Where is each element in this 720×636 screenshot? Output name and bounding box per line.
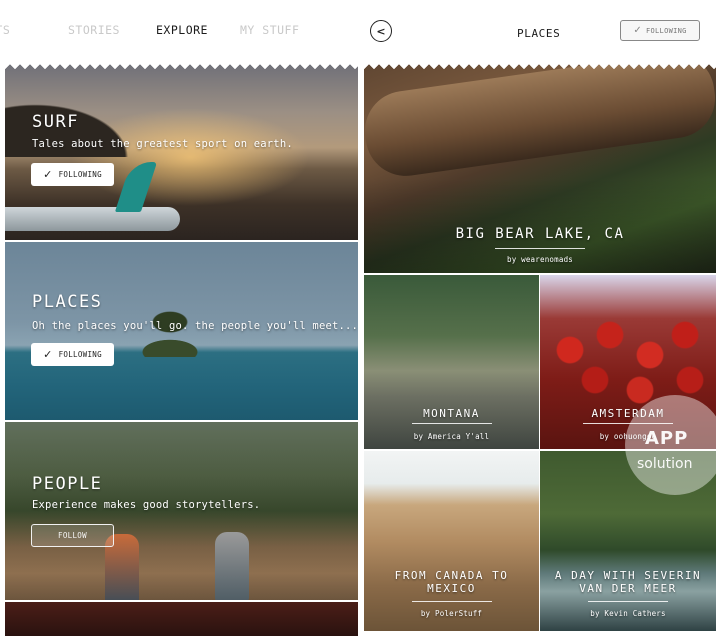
tile-title: A DAY WITH SEVERIN VAN DER MEER <box>540 569 716 595</box>
card-title: SURF <box>32 112 79 132</box>
story-tile-canada-to-mexico[interactable]: FROM CANADA TO MEXICO by PolerStuff <box>364 451 539 631</box>
places-screen: < PLACES ✓ FOLLOWING BIG BEAR LAKE, CA b… <box>362 0 720 636</box>
watermark-text: solution <box>637 456 693 472</box>
zigzag-divider <box>364 62 716 72</box>
following-button[interactable]: ✓ FOLLOWING <box>620 20 700 41</box>
page-title: PLACES <box>517 27 561 40</box>
category-card-surf[interactable]: SURF Tales about the greatest sport on e… <box>5 62 358 240</box>
tile-title-line: MEXICO <box>427 582 476 595</box>
back-button[interactable]: < <box>370 20 392 42</box>
card-description: Experience makes good storytellers. <box>32 499 261 511</box>
card-description: Oh the places you'll go. the people you'… <box>32 320 358 332</box>
tile-title-line: VAN DER MEER <box>579 582 677 595</box>
zigzag-divider <box>5 62 358 72</box>
places-header: < PLACES ✓ FOLLOWING <box>362 0 720 62</box>
category-card-people[interactable]: PEOPLE Experience makes good storyteller… <box>5 422 358 600</box>
check-icon: ✓ <box>43 168 53 181</box>
card-image <box>215 532 249 600</box>
tab-bar: OTS STORIES EXPLORE MY STUFF <box>0 0 362 62</box>
category-card-partial[interactable] <box>5 602 358 636</box>
category-card-places[interactable]: PLACES Oh the places you'll go. the peop… <box>5 242 358 420</box>
divider <box>588 601 668 602</box>
tile-image <box>364 62 716 182</box>
divider <box>411 601 492 602</box>
card-image <box>5 207 180 231</box>
story-tile-montana[interactable]: MONTANA by America Y'all <box>364 275 539 449</box>
following-button[interactable]: ✓ FOLLOWING <box>31 163 114 186</box>
tile-title-line: A DAY WITH SEVERIN <box>554 569 702 582</box>
tile-byline: by America Y'all <box>413 432 490 441</box>
tile-byline: by Kevin Cathers <box>590 609 666 618</box>
chevron-left-icon: < <box>376 24 386 38</box>
tab-stories[interactable]: STORIES <box>68 23 120 37</box>
tile-title-line: FROM CANADA TO <box>394 569 509 582</box>
card-title: PEOPLE <box>32 474 103 494</box>
explore-screen: OTS STORIES EXPLORE MY STUFF SURF Tales … <box>0 0 362 636</box>
check-icon: ✓ <box>43 348 53 361</box>
tile-title: BIG BEAR LAKE, CA <box>455 226 625 242</box>
card-title: PLACES <box>32 292 103 312</box>
tab-shorts[interactable]: OTS <box>0 23 10 37</box>
story-tile-big-bear-lake[interactable]: BIG BEAR LAKE, CA by wearenomads <box>364 62 716 273</box>
tab-my-stuff[interactable]: MY STUFF <box>240 23 299 37</box>
card-image <box>114 162 158 212</box>
follow-button[interactable]: FOLLOW <box>31 524 114 547</box>
divider <box>495 248 585 249</box>
watermark-text: APP <box>645 428 689 449</box>
tile-title: FROM CANADA TO MEXICO <box>364 569 539 595</box>
card-description: Tales about the greatest sport on earth. <box>32 138 293 150</box>
button-label: FOLLOWING <box>646 26 687 35</box>
button-label: FOLLOWING <box>58 170 102 179</box>
tile-byline: by wearenomads <box>506 255 573 264</box>
button-label: FOLLOWING <box>58 350 102 359</box>
tile-byline: by PolerStuff <box>420 609 483 618</box>
button-label: FOLLOW <box>58 531 87 540</box>
tile-title: MONTANA <box>423 407 480 420</box>
divider <box>411 423 492 424</box>
tab-explore[interactable]: EXPLORE <box>156 23 208 37</box>
check-icon: ✓ <box>633 25 643 36</box>
following-button[interactable]: ✓ FOLLOWING <box>31 343 114 366</box>
